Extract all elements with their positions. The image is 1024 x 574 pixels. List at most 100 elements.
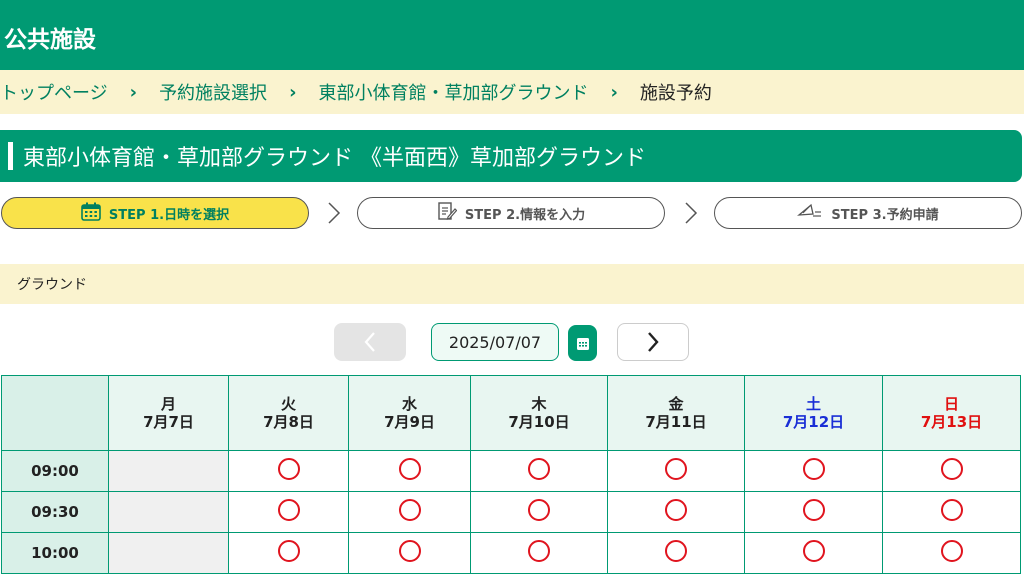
breadcrumb-top[interactable]: トップページ [0, 79, 108, 105]
day-header-sunday: 日 7月13日 [882, 375, 1021, 451]
previous-week-button[interactable] [334, 323, 406, 361]
step-1: STEP 1.日時を選択 [1, 197, 309, 229]
available-circle-icon [277, 499, 300, 521]
breadcrumb-separator: › [129, 81, 138, 103]
available-circle-icon [398, 540, 421, 562]
slot-available[interactable] [470, 491, 608, 533]
day-header: 木 7月10日 [470, 375, 608, 451]
slot-unavailable [108, 491, 229, 533]
step-arrow-icon [328, 202, 341, 224]
day-date: 7月8日 [263, 413, 314, 431]
breadcrumb-facility[interactable]: 東部小体育館・草加部グラウンド [318, 79, 588, 105]
availability-table: 月 7月7日 火 7月8日 水 7月9日 木 7月10日 金 7月11日 土 7月12日 日… [1, 375, 1021, 574]
day-date: 7月7日 [143, 413, 194, 431]
section-label: グラウンド [17, 277, 87, 293]
form-edit-icon [437, 201, 465, 225]
slot-available[interactable] [607, 532, 745, 574]
available-circle-icon [802, 458, 825, 480]
calendar-picker-button[interactable] [568, 325, 597, 361]
day-of-week: 土 [805, 395, 821, 413]
slot-available[interactable] [348, 450, 471, 492]
slot-available[interactable] [882, 491, 1021, 533]
table-corner [1, 375, 109, 451]
app-header: 公共施設 [0, 0, 1024, 70]
available-circle-icon [398, 458, 421, 480]
slot-available[interactable] [882, 532, 1021, 574]
chevron-left-icon [364, 332, 375, 352]
step-2: STEP 2.情報を入力 [357, 197, 665, 229]
step-3-label: STEP 3.予約申請 [831, 207, 939, 223]
available-circle-icon [528, 499, 550, 521]
current-date-field[interactable]: 2025/07/07 [431, 323, 559, 361]
available-circle-icon [802, 540, 825, 562]
available-circle-icon [940, 458, 963, 480]
available-circle-icon [528, 540, 550, 562]
day-header: 金 7月11日 [607, 375, 745, 451]
date-navigation: 2025/07/07 [0, 323, 1024, 363]
available-circle-icon [665, 540, 687, 562]
breadcrumb-separator: › [610, 81, 618, 103]
step-1-label: STEP 1.日時を選択 [108, 207, 230, 223]
slot-available[interactable] [470, 450, 608, 492]
slot-available[interactable] [470, 532, 608, 574]
table-row: 10:00 [1, 532, 1021, 574]
next-week-button[interactable] [617, 323, 689, 361]
available-circle-icon [277, 458, 300, 480]
table-row: 09:00 [1, 450, 1021, 492]
facility-title-bar: 東部小体育館・草加部グラウンド 《半面西》草加部グラウンド [0, 130, 1022, 182]
step-2-label: STEP 2.情報を入力 [464, 207, 586, 223]
available-circle-icon [277, 540, 300, 562]
day-header: 月 7月7日 [108, 375, 229, 451]
day-header: 水 7月9日 [348, 375, 471, 451]
slot-available[interactable] [348, 491, 471, 533]
app-title: 公共施設 [4, 27, 96, 53]
send-icon [797, 202, 831, 224]
day-date: 7月11日 [645, 413, 707, 431]
available-circle-icon [528, 458, 550, 480]
step-arrow-icon [685, 202, 698, 224]
breadcrumb-separator: › [289, 81, 297, 103]
day-of-week: 月 [160, 395, 176, 413]
available-circle-icon [665, 458, 687, 480]
slot-available[interactable] [744, 450, 883, 492]
day-of-week: 日 [943, 395, 959, 413]
calendar-icon [81, 202, 109, 225]
day-header: 火 7月8日 [228, 375, 349, 451]
time-slot-label: 10:00 [1, 532, 109, 574]
title-accent [8, 142, 13, 170]
chevron-right-icon [648, 332, 659, 352]
slot-available[interactable] [744, 491, 883, 533]
slot-available[interactable] [228, 491, 349, 533]
slot-available[interactable] [607, 450, 745, 492]
available-circle-icon [940, 499, 963, 521]
slot-available[interactable] [228, 450, 349, 492]
day-date: 7月12日 [782, 413, 845, 431]
breadcrumb-facility-select[interactable]: 予約施設選択 [159, 79, 267, 105]
available-circle-icon [665, 499, 687, 521]
step-indicator: STEP 1.日時を選択 STEP 2.情報を入力 STEP 3.予約申請 [0, 197, 1024, 233]
time-slot-label: 09:30 [1, 491, 109, 533]
available-circle-icon [940, 540, 963, 562]
slot-available[interactable] [744, 532, 883, 574]
slot-available[interactable] [228, 532, 349, 574]
section-header: グラウンド [0, 264, 1024, 304]
day-of-week: 火 [280, 395, 296, 413]
slot-unavailable [108, 450, 229, 492]
breadcrumb: トップページ › 予約施設選択 › 東部小体育館・草加部グラウンド › 施設予約 [0, 70, 1024, 114]
day-date: 7月9日 [384, 413, 435, 431]
available-circle-icon [802, 499, 825, 521]
calendar-icon [576, 337, 589, 350]
table-header-row: 月 7月7日 火 7月8日 水 7月9日 木 7月10日 金 7月11日 土 7月12日 日… [1, 375, 1021, 451]
day-header-saturday: 土 7月12日 [744, 375, 883, 451]
slot-available[interactable] [882, 450, 1021, 492]
step-3: STEP 3.予約申請 [714, 197, 1022, 229]
day-date: 7月10日 [508, 413, 570, 431]
table-row: 09:30 [1, 491, 1021, 533]
day-date: 7月13日 [920, 413, 983, 431]
breadcrumb-current: 施設予約 [639, 83, 712, 104]
slot-unavailable [108, 532, 229, 574]
slot-available[interactable] [607, 491, 745, 533]
day-of-week: 水 [401, 395, 417, 413]
slot-available[interactable] [348, 532, 471, 574]
available-circle-icon [398, 499, 421, 521]
